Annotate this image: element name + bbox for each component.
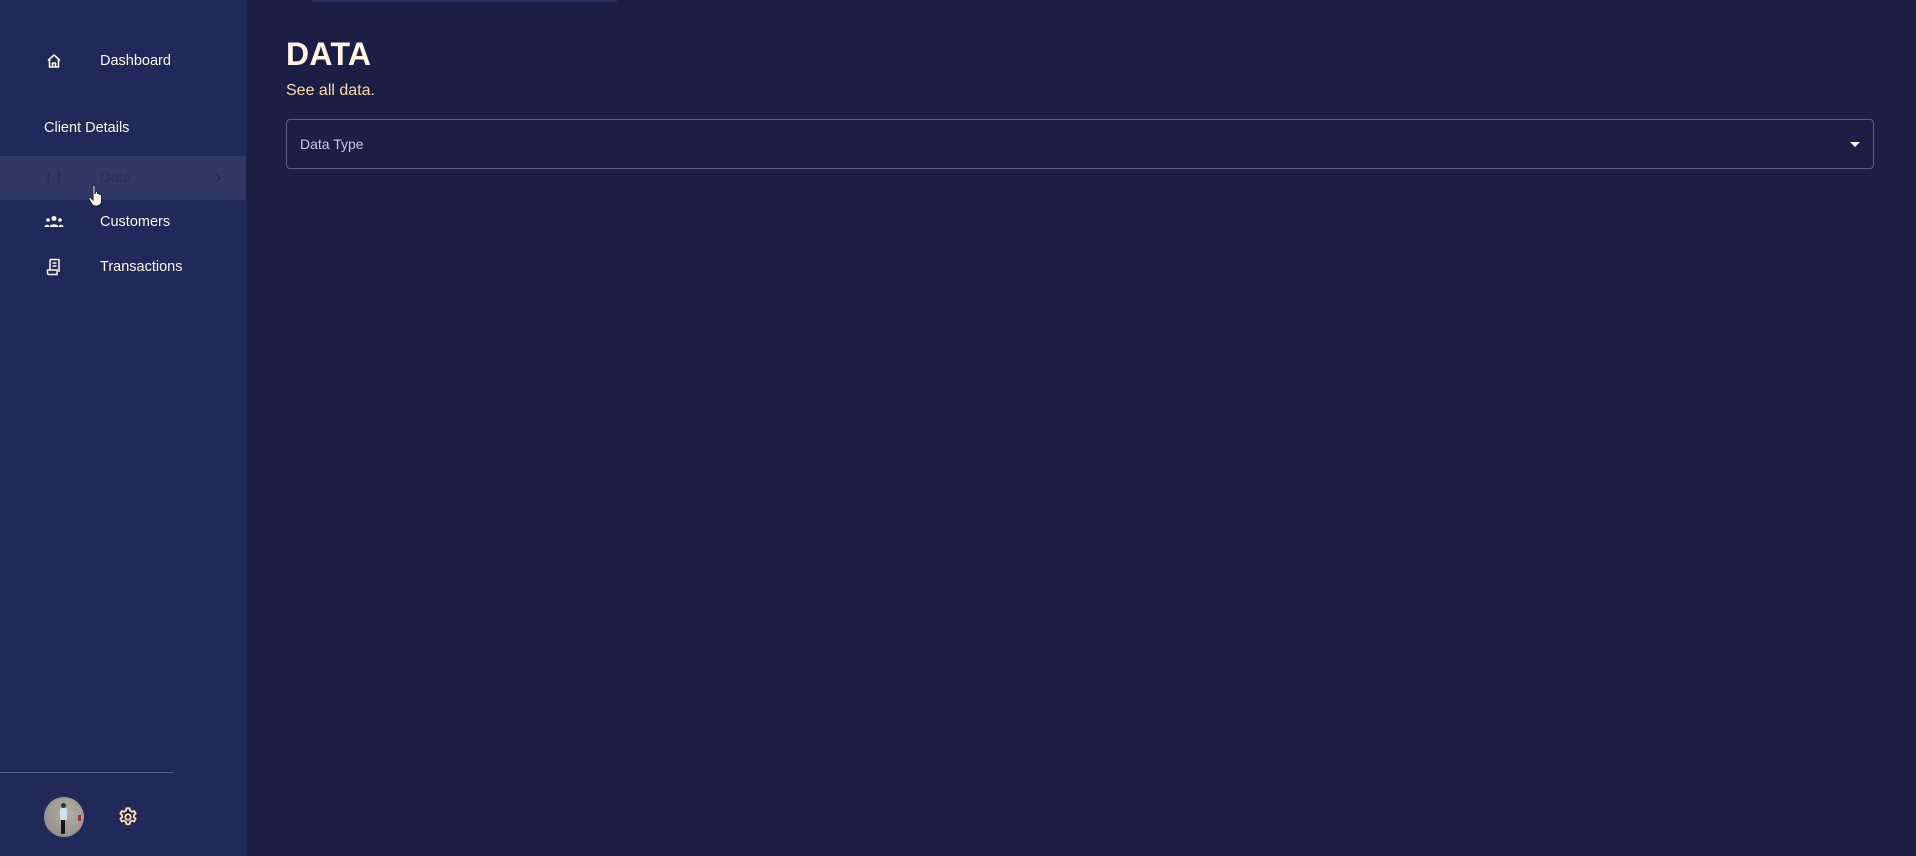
section-label-client-details: Client Details <box>44 120 130 136</box>
avatar[interactable] <box>44 797 84 837</box>
sidebar-item-label: Transactions <box>100 259 183 275</box>
data-type-select-label: Data Type <box>300 136 364 152</box>
sidebar-item-customers[interactable]: Customers <box>0 200 246 244</box>
page-title: DATA <box>286 36 372 72</box>
sidebar-item-transactions[interactable]: Transactions <box>0 245 246 289</box>
receipt-icon <box>44 257 64 277</box>
sidebar-item-label: Dashboard <box>100 53 171 69</box>
data-type-select[interactable]: Data Type <box>286 119 1874 169</box>
home-icon <box>44 51 64 71</box>
sidebar-divider <box>0 772 173 773</box>
page-subtitle: See all data. <box>286 82 375 99</box>
people-icon <box>44 212 64 232</box>
top-scroll-indicator <box>312 0 617 2</box>
app-root: Dashboard Client Details Data Customers … <box>0 0 1916 856</box>
caret-down-icon <box>1850 142 1860 147</box>
sidebar-item-data[interactable]: Data <box>0 156 246 200</box>
chevron-right-icon <box>212 171 224 185</box>
sidebar: Dashboard Client Details Data Customers … <box>0 0 246 856</box>
sidebar-item-label: Data <box>100 170 131 186</box>
sidebar-item-label: Customers <box>100 214 171 230</box>
settings-gear-icon[interactable] <box>117 806 139 828</box>
brackets-icon <box>44 168 64 188</box>
sidebar-item-dashboard[interactable]: Dashboard <box>0 39 246 83</box>
